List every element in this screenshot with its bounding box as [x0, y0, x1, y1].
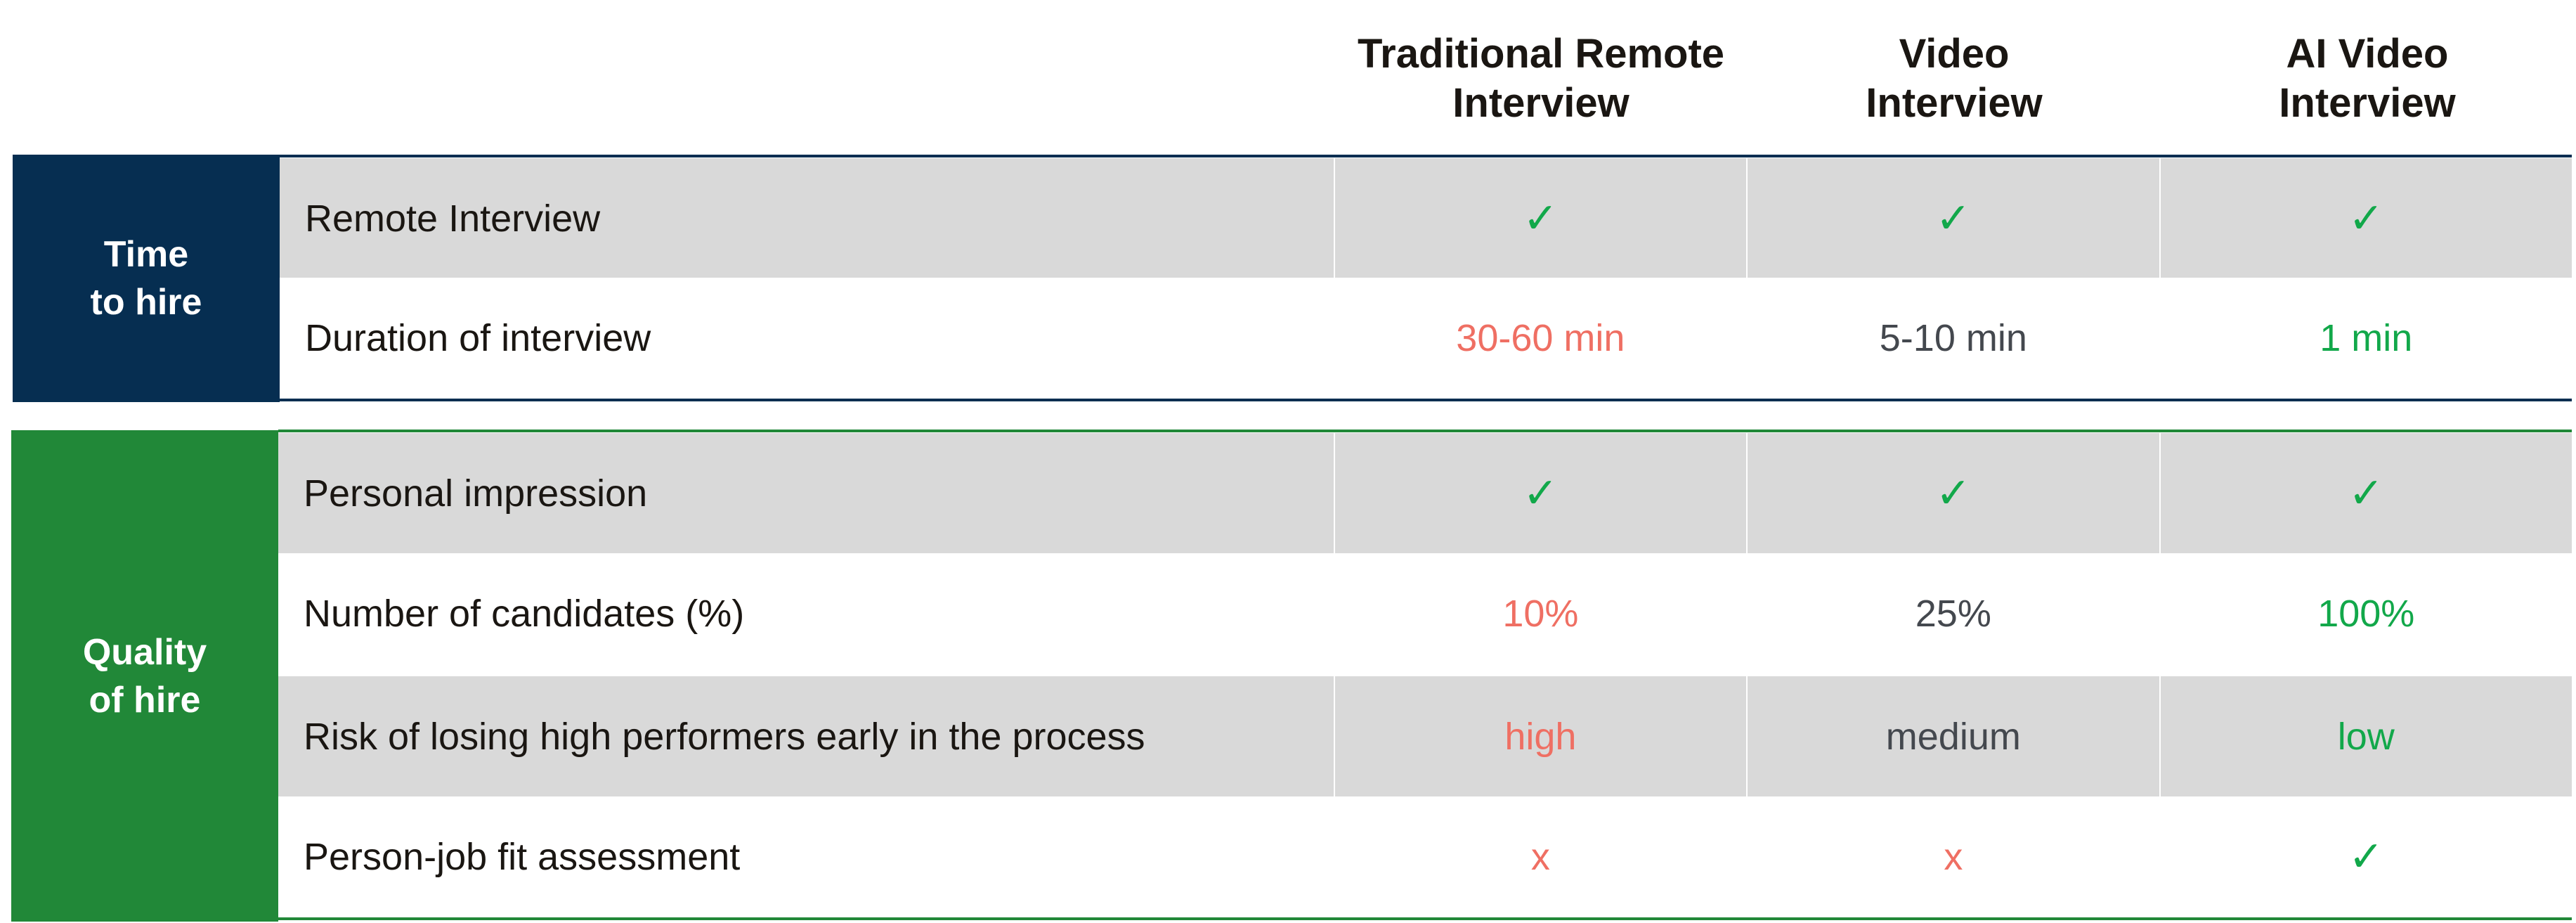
- cell-video: x: [1746, 796, 2159, 917]
- section-bottom-rule: [278, 917, 2572, 920]
- check-icon: ✓: [2348, 194, 2384, 243]
- section-bottom-rule: [280, 399, 2572, 401]
- section-time-to-hire: Time to hire Remote Interview ✓ ✓ ✓ Dura…: [0, 154, 2576, 403]
- cell-value: medium: [1885, 716, 2021, 758]
- table-row: Risk of losing high performers early in …: [278, 676, 2572, 797]
- row-label: Duration of interview: [305, 317, 651, 359]
- cell-ai-video: ✓: [2159, 158, 2572, 279]
- table-row: Person-job fit assessment x x ✓: [278, 796, 2572, 917]
- cell-value: 100%: [2317, 593, 2415, 635]
- column-header-ai-video-interview: AI Video Interview: [2279, 31, 2456, 126]
- row-label: Personal impression: [304, 472, 648, 515]
- row-label: Person-job fit assessment: [304, 836, 741, 878]
- cross-icon: x: [1944, 836, 1963, 878]
- check-icon: ✓: [1523, 469, 1559, 518]
- section-top-rule: [280, 155, 2572, 157]
- row-label: Risk of losing high performers early in …: [304, 716, 1145, 758]
- row-label: Remote Interview: [305, 198, 601, 240]
- row-label: Number of candidates (%): [304, 593, 745, 635]
- cell-value: 1 min: [2320, 317, 2413, 359]
- cell-traditional: ✓: [1333, 158, 1746, 279]
- cross-icon: x: [1530, 836, 1550, 878]
- cell-ai-video: ✓: [2159, 796, 2572, 917]
- cell-traditional: ✓: [1333, 433, 1746, 554]
- cell-traditional: 30-60 min: [1333, 278, 1746, 399]
- cell-ai-video: 100%: [2159, 553, 2572, 674]
- cell-video: ✓: [1746, 158, 2159, 279]
- table-row: Personal impression ✓ ✓ ✓: [278, 433, 2572, 554]
- cell-traditional: high: [1333, 676, 1746, 797]
- cell-video: medium: [1746, 676, 2159, 797]
- cell-value: low: [2337, 716, 2395, 758]
- cell-ai-video: ✓: [2159, 433, 2572, 554]
- cell-value: 30-60 min: [1456, 317, 1625, 359]
- table-row: Duration of interview 30-60 min 5-10 min…: [280, 278, 2572, 399]
- check-icon: ✓: [1935, 469, 1971, 518]
- table-row: Remote Interview ✓ ✓ ✓: [280, 158, 2572, 279]
- check-icon: ✓: [2348, 469, 2384, 518]
- column-header-video-interview: Video Interview: [1866, 31, 2043, 126]
- cell-video: ✓: [1746, 433, 2159, 554]
- cell-ai-video: low: [2159, 676, 2572, 797]
- cell-traditional: 10%: [1333, 553, 1746, 674]
- column-header-traditional-remote-interview: Traditional Remote Interview: [1357, 31, 1725, 126]
- cell-traditional: x: [1333, 796, 1746, 917]
- table-header: Traditional Remote Interview Video Inter…: [0, 0, 2576, 153]
- check-icon: ✓: [1523, 194, 1559, 243]
- cell-ai-video: 1 min: [2159, 278, 2572, 399]
- section-quality-of-hire: Quality of hire Personal impression ✓ ✓ …: [0, 430, 2576, 922]
- table-row: Number of candidates (%) 10% 25% 100%: [278, 553, 2572, 674]
- check-icon: ✓: [1935, 194, 1971, 243]
- cell-video: 5-10 min: [1746, 278, 2159, 399]
- section-label-time-to-hire: Time to hire: [13, 155, 280, 402]
- cell-video: 25%: [1746, 553, 2159, 674]
- cell-value: 10%: [1502, 593, 1579, 635]
- cell-value: high: [1504, 716, 1577, 758]
- check-icon: ✓: [2348, 832, 2384, 882]
- cell-value: 5-10 min: [1879, 317, 2027, 359]
- section-label-quality-of-hire: Quality of hire: [11, 430, 278, 922]
- section-top-rule: [278, 430, 2572, 432]
- cell-value: 25%: [1915, 593, 1991, 635]
